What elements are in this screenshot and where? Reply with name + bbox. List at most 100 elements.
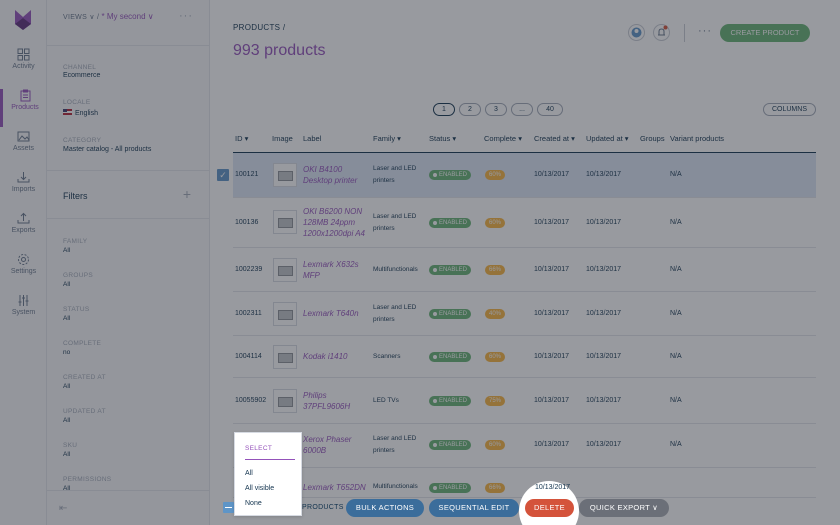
filter-label: COMPLETE	[63, 340, 102, 347]
channel-switcher[interactable]: Ecommerce	[63, 72, 100, 79]
chevron-down-icon: ∨	[652, 503, 659, 512]
column-header-updated[interactable]: Updated at ▾	[586, 134, 629, 143]
page-40-button[interactable]: 40	[537, 103, 563, 116]
family-line: LED TVs	[373, 397, 399, 404]
family-line: Laser and LED	[373, 304, 417, 311]
cell-variants: N/A	[670, 171, 682, 178]
cell-variants: N/A	[670, 266, 682, 273]
nav-item-products[interactable]: Products	[0, 89, 47, 127]
column-header-id[interactable]: ID ▾	[235, 134, 248, 143]
avatar[interactable]	[628, 24, 645, 41]
product-label[interactable]: Lexmark T640n	[303, 308, 359, 319]
locale-switcher[interactable]: English	[63, 109, 98, 117]
sequential-edit-button[interactable]: SEQUENTIAL EDIT	[429, 499, 519, 517]
view-more-icon[interactable]: ···	[179, 10, 193, 22]
header-text: Created at	[534, 134, 570, 143]
cell-variants: N/A	[670, 219, 682, 226]
channel-label: CHANNEL	[63, 64, 97, 71]
select-all-checkbox[interactable]	[223, 502, 234, 513]
label-line: 1200x1200dpi A4	[303, 229, 365, 238]
filter-complete[interactable]: COMPLETE no	[63, 339, 101, 357]
dropdown-title: SELECT	[245, 445, 273, 452]
delete-button[interactable]: DELETE	[525, 499, 574, 517]
columns-button[interactable]: COLUMNS	[763, 103, 816, 116]
filter-label: CREATED AT	[63, 374, 106, 381]
nav-item-imports[interactable]: Imports	[0, 171, 47, 209]
product-label[interactable]: OKI B4100 Desktop printer	[303, 164, 357, 186]
status-badge: ENABLED	[429, 309, 472, 319]
table-row[interactable]: 100136 OKI B6200 NON 128MB 24ppm 1200x1200…	[233, 198, 816, 248]
bulk-action-bar: PRODUCTS BULK ACTIONS SEQUENTIAL EDIT DE…	[210, 490, 840, 525]
divider	[47, 45, 210, 46]
create-product-button[interactable]: CREATE PRODUCT	[720, 24, 810, 42]
product-label[interactable]: Xerox Phaser 6000B	[303, 434, 351, 456]
product-label[interactable]: OKI B6200 NON 128MB 24ppm 1200x1200dpi A4	[303, 206, 365, 239]
cell-family: Scanners	[373, 351, 429, 363]
bulk-actions-button[interactable]: BULK ACTIONS	[346, 499, 424, 517]
select-all-visible-option[interactable]: All visible	[245, 485, 274, 492]
notification-bell-icon[interactable]	[653, 24, 670, 41]
status-badge: ENABLED	[429, 352, 472, 362]
table-row[interactable]: 1002239 Lexmark X632s MFP Multifunctional…	[233, 248, 816, 292]
cell-family: Laser and LED printers	[373, 211, 429, 235]
family-line: printers	[373, 447, 395, 454]
add-filter-icon[interactable]: +	[183, 186, 191, 202]
column-header-image: Image	[272, 134, 293, 143]
nav-label: System	[11, 309, 36, 316]
product-label[interactable]: Kodak i1410	[303, 351, 347, 362]
select-all-option[interactable]: All	[245, 470, 253, 477]
chevron-down-icon: ∨	[147, 12, 154, 21]
quick-export-label: QUICK EXPORT	[589, 503, 650, 512]
page-2-button[interactable]: 2	[459, 103, 481, 116]
nav-item-exports[interactable]: Exports	[0, 212, 47, 250]
family-line: Laser and LED	[373, 213, 417, 220]
status-badge: ENABLED	[429, 440, 472, 450]
collapse-panel-icon[interactable]: ⇤	[59, 503, 67, 514]
header-text: Status	[429, 134, 451, 143]
column-header-complete[interactable]: Complete ▾	[484, 134, 522, 143]
family-line: printers	[373, 177, 395, 184]
quick-export-button[interactable]: QUICK EXPORT ∨	[579, 499, 669, 517]
table-row[interactable]: 100121 OKI B4100 Desktop printer Laser an…	[233, 153, 816, 198]
cell-id: 100136	[235, 219, 259, 226]
more-actions-icon[interactable]: ···	[698, 25, 712, 37]
row-checkbox[interactable]: ✓	[217, 169, 229, 181]
filter-groups[interactable]: GROUPS All	[63, 271, 93, 289]
table-row[interactable]: 1002311 Lexmark T640n Laser and LED print…	[233, 292, 816, 336]
filter-status[interactable]: STATUS All	[63, 305, 89, 323]
nav-item-activity[interactable]: Activity	[0, 48, 47, 86]
column-header-created[interactable]: Created at ▾	[534, 134, 575, 143]
nav-item-system[interactable]: System	[0, 294, 47, 332]
product-label[interactable]: Lexmark X632s MFP	[303, 259, 359, 281]
table-row[interactable]: 10055902 Philips 37PFL9606H LED TVs ENABL…	[233, 378, 816, 424]
view-selector[interactable]: VIEWS ∨ / * My second ∨	[63, 12, 154, 21]
category-switcher[interactable]: Master catalog - All products	[63, 146, 151, 153]
column-header-variants: Variant products	[670, 134, 725, 143]
column-header-status[interactable]: Status ▾	[429, 134, 456, 143]
column-header-label[interactable]: Label	[303, 134, 321, 143]
label-line: MFP	[303, 271, 320, 280]
sliders-icon	[18, 295, 29, 306]
breadcrumb[interactable]: PRODUCTS /	[233, 23, 285, 32]
family-line: Laser and LED	[373, 435, 417, 442]
product-label[interactable]: Philips 37PFL9606H	[303, 390, 350, 412]
filter-family[interactable]: FAMILY All	[63, 237, 87, 255]
table-row[interactable]: Xerox Phaser 6000B Laser and LED printers …	[233, 424, 816, 468]
column-header-family[interactable]: Family ▾	[373, 134, 401, 143]
status-badge: ENABLED	[429, 170, 472, 180]
table-row[interactable]: 1004114 Kodak i1410 Scanners ENABLED 60%…	[233, 336, 816, 378]
filter-updated-at[interactable]: UPDATED AT All	[63, 407, 106, 425]
page-title: 993 products	[233, 42, 326, 59]
product-thumbnail	[273, 210, 297, 234]
select-none-option[interactable]: None	[245, 500, 262, 507]
page-3-button[interactable]: 3	[485, 103, 507, 116]
nav-item-assets[interactable]: Assets	[0, 130, 47, 168]
divider	[684, 24, 685, 42]
page-1-button[interactable]: 1	[433, 103, 455, 116]
filter-sku[interactable]: SKU All	[63, 441, 77, 459]
nav-label: Settings	[10, 268, 37, 275]
cell-created: 10/13/2017	[534, 171, 570, 178]
nav-label: Exports	[11, 227, 36, 234]
filter-created-at[interactable]: CREATED AT All	[63, 373, 106, 391]
nav-item-settings[interactable]: Settings	[0, 253, 47, 291]
